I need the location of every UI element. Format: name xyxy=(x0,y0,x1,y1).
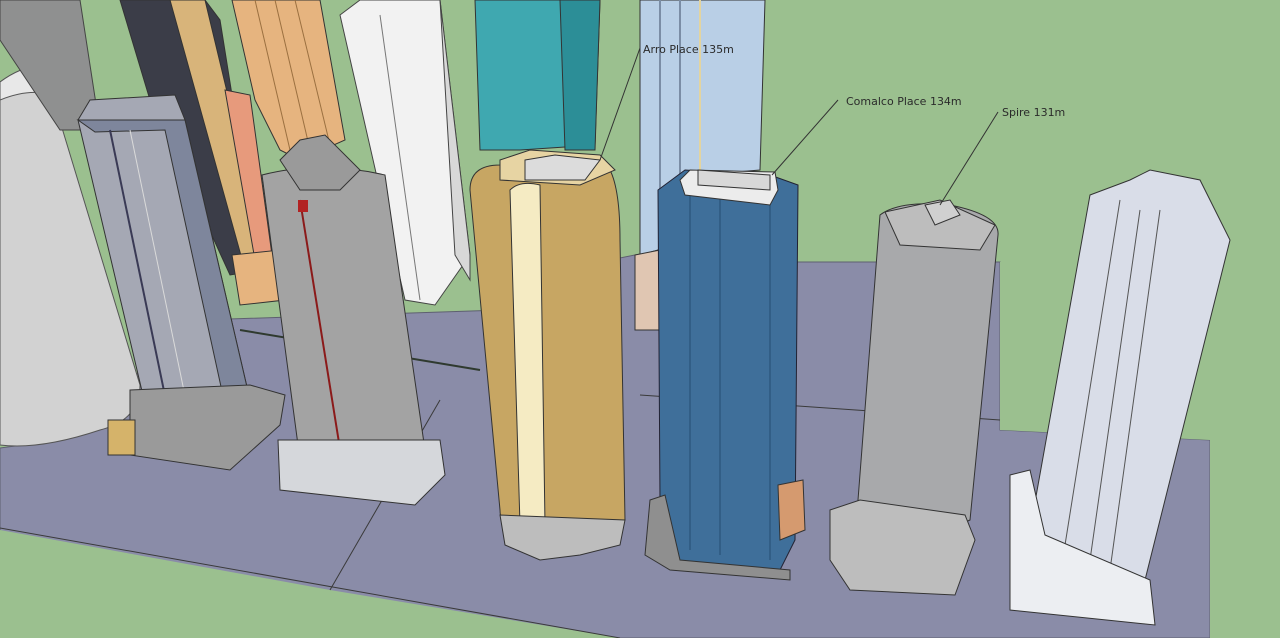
annotation-comalco-place: Comalco Place 134m xyxy=(846,95,962,108)
city-model-scene[interactable] xyxy=(0,0,1280,638)
building-dark-blue-tower[interactable] xyxy=(644,169,806,581)
leader-line-spire xyxy=(939,111,999,206)
annotation-arro-place: Arro Place 135m xyxy=(643,43,734,56)
building-teal-tower[interactable] xyxy=(474,0,601,151)
annotation-spire: Spire 131m xyxy=(1002,106,1066,119)
3d-model-viewport[interactable]: Arro Place 135m Comalco Place 134m Spire… xyxy=(0,0,1280,638)
leader-line-comalco xyxy=(771,99,839,176)
leader-line-arro xyxy=(599,47,641,161)
